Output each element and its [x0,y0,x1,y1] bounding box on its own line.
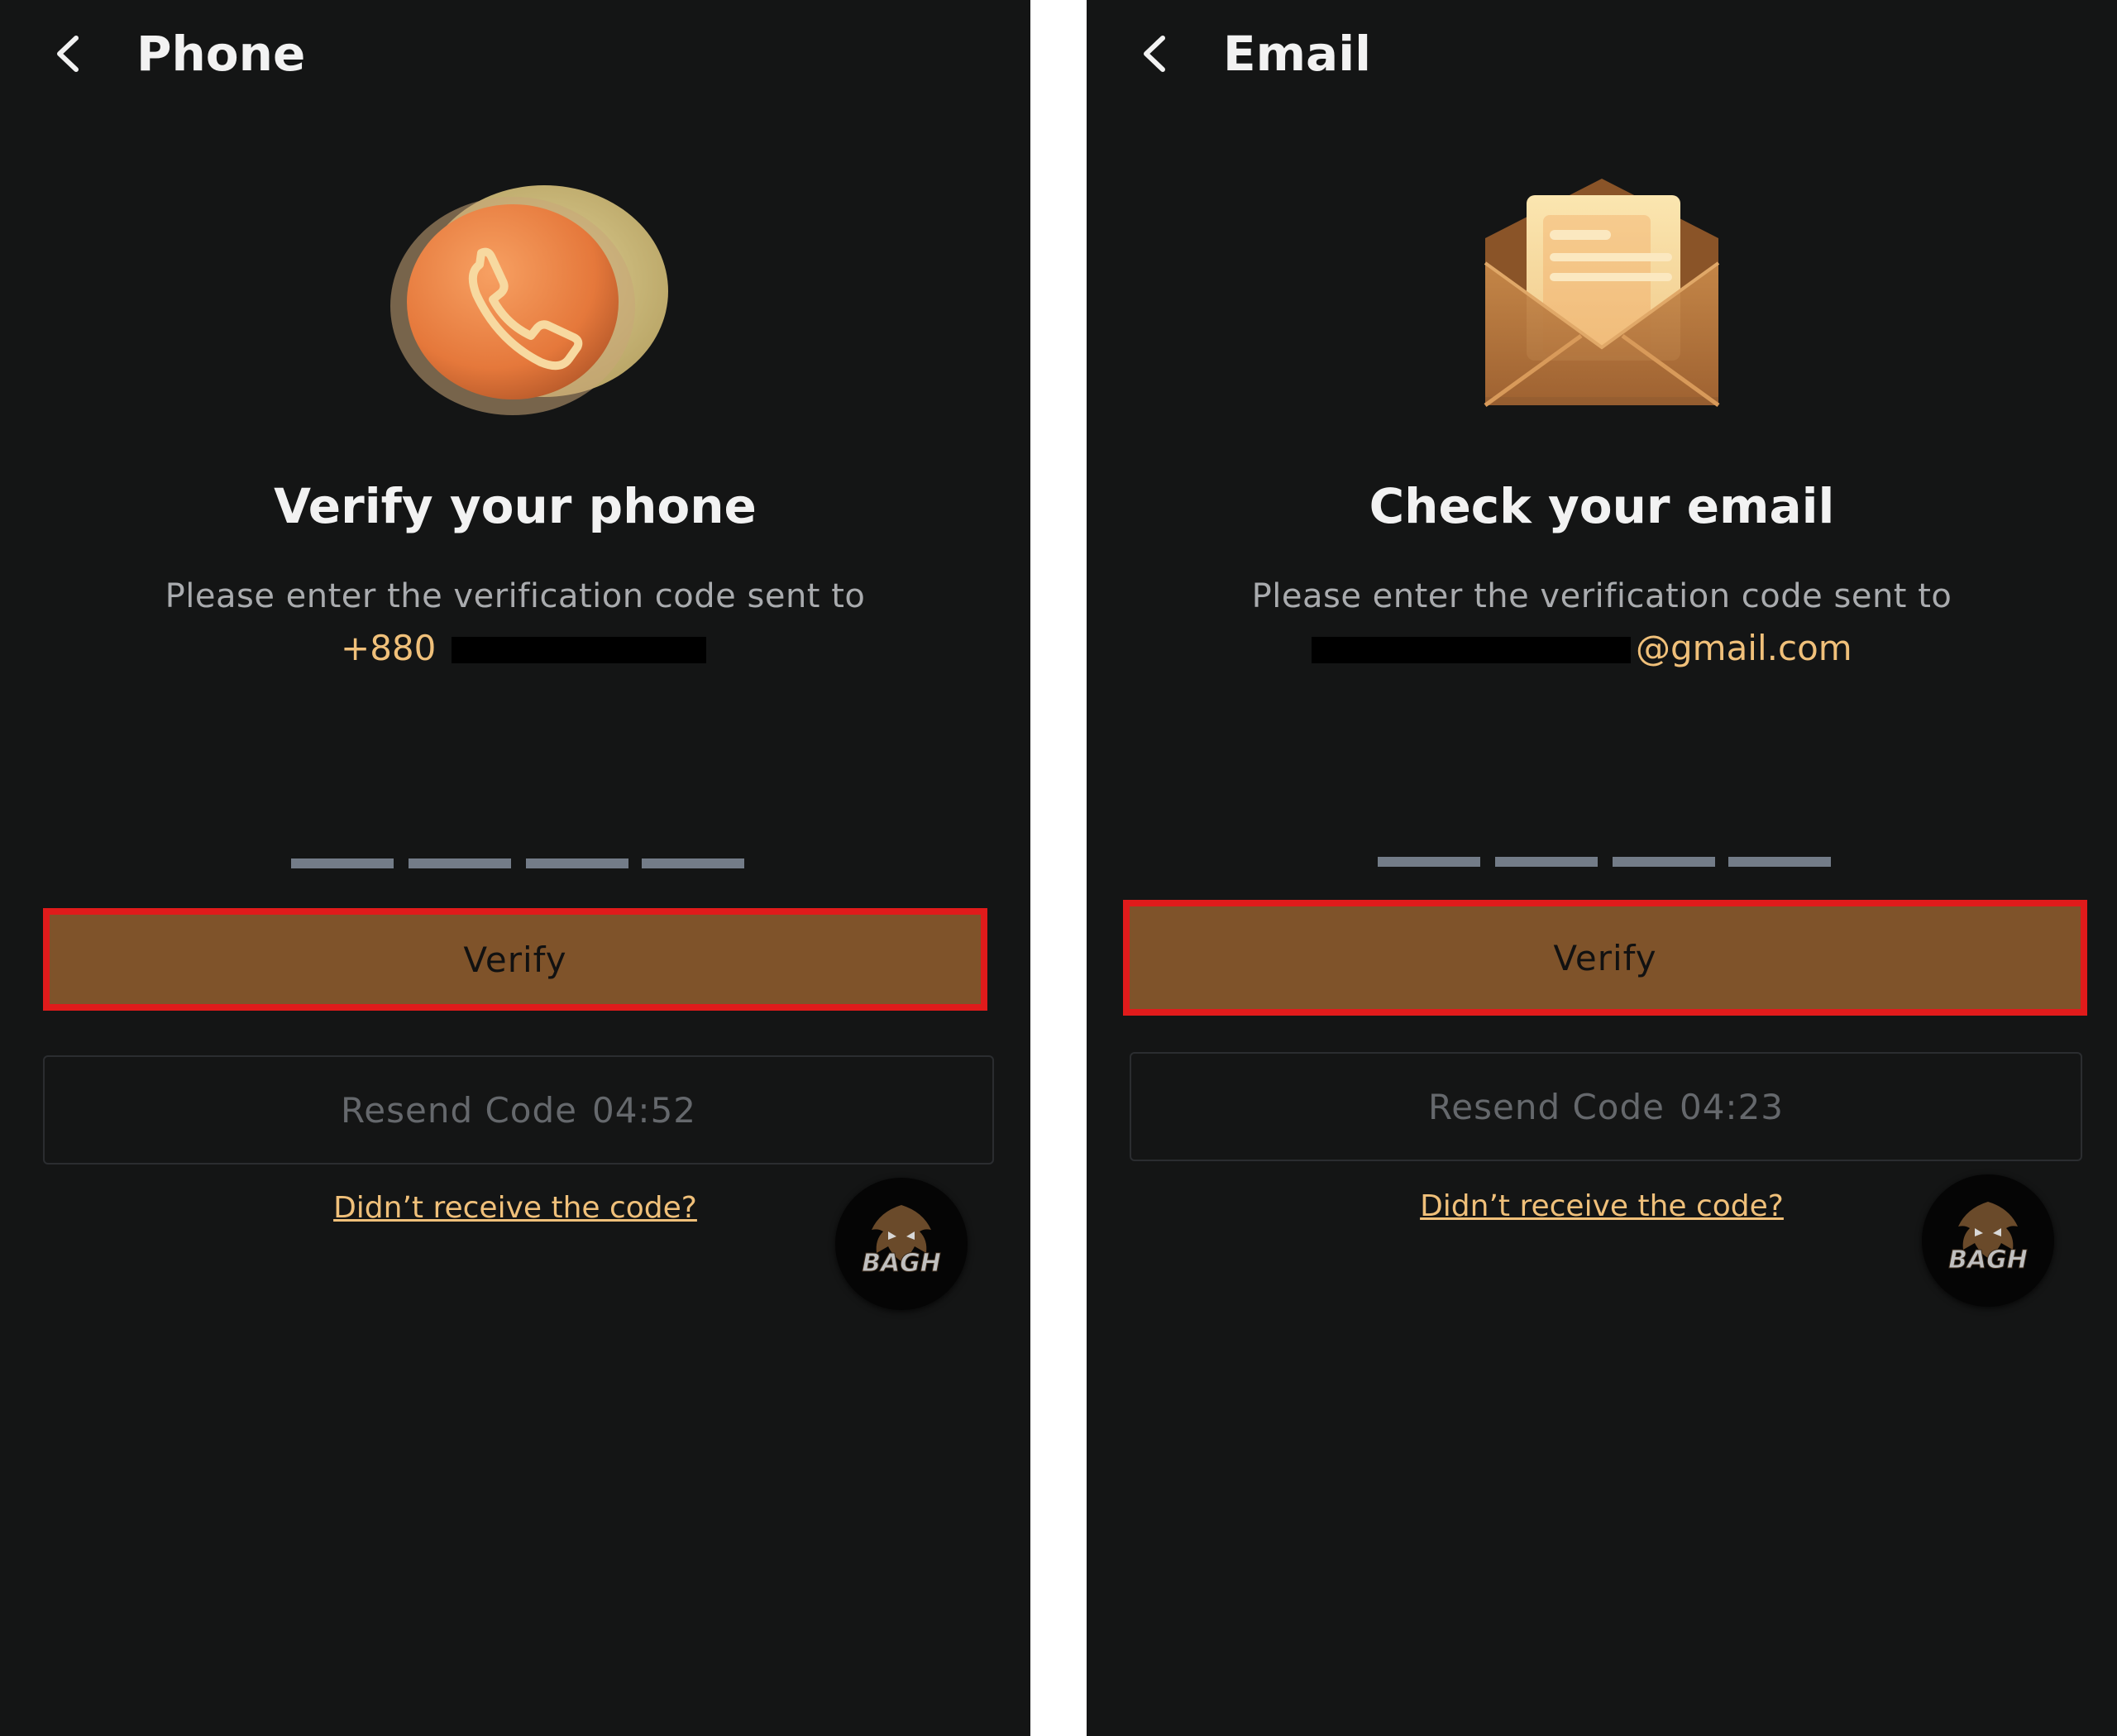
otp-input[interactable] [1378,857,1833,868]
email-address: @gmail.com [1087,624,2117,673]
otp-slot-2[interactable] [409,858,511,868]
resend-code-button[interactable]: Resend Code 04:23 [1130,1052,2082,1161]
otp-slot-1[interactable] [1378,857,1480,867]
resend-label: Resend Code [1427,1086,1665,1127]
otp-slot-3[interactable] [1613,857,1715,867]
otp-slot-2[interactable] [1495,857,1598,867]
otp-slot-4[interactable] [642,858,744,868]
otp-slot-3[interactable] [526,858,628,868]
instruction-text: Please enter the verification code sent … [1251,577,1952,615]
help-link-text: Didn’t receive the code? [333,1191,697,1225]
resend-timer: 04:52 [591,1089,697,1131]
bagh-logo: BAGH [1948,1202,2028,1275]
phone-icon [380,165,670,430]
envelope-icon [1457,174,1747,438]
bagh-logo-button[interactable]: BAGH [835,1178,968,1310]
verify-button[interactable]: Verify [1123,900,2087,1016]
back-button[interactable] [41,25,99,83]
svg-text:BAGH: BAGH [1948,1246,2028,1275]
resend-code-button[interactable]: Resend Code 04:52 [43,1055,994,1165]
resend-timer: 04:23 [1679,1086,1785,1127]
check-email-heading: Check your email [1369,478,1835,534]
verify-button[interactable]: Verify [43,908,987,1011]
email-domain: @gmail.com [1636,628,1852,668]
otp-slot-1[interactable] [291,858,394,868]
phone-number: +880 [0,624,1030,673]
country-code: +880 [341,628,437,668]
page-title: Phone [136,26,306,82]
phone-verification-screen: Phone Verify your phone Please enter the… [0,0,1030,1736]
redacted-email-user [1312,637,1631,663]
chevron-left-icon [1144,36,1165,72]
bagh-logo: BAGH [862,1205,941,1279]
help-link-text: Didn’t receive the code? [1420,1189,1784,1223]
email-verification-screen: Email Check your email Please enter the … [1087,0,2117,1736]
svg-text:BAGH: BAGH [862,1249,941,1278]
redacted-number [452,637,706,663]
page-title: Email [1223,26,1371,82]
otp-slot-4[interactable] [1728,857,1831,867]
instruction-text: Please enter the verification code sent … [165,577,866,615]
chevron-left-icon [57,36,79,72]
verify-heading: Verify your phone [274,478,757,534]
otp-input[interactable] [291,858,746,870]
resend-label: Resend Code [340,1089,577,1131]
back-button[interactable] [1128,25,1186,83]
bagh-logo-button[interactable]: BAGH [1922,1174,2054,1307]
